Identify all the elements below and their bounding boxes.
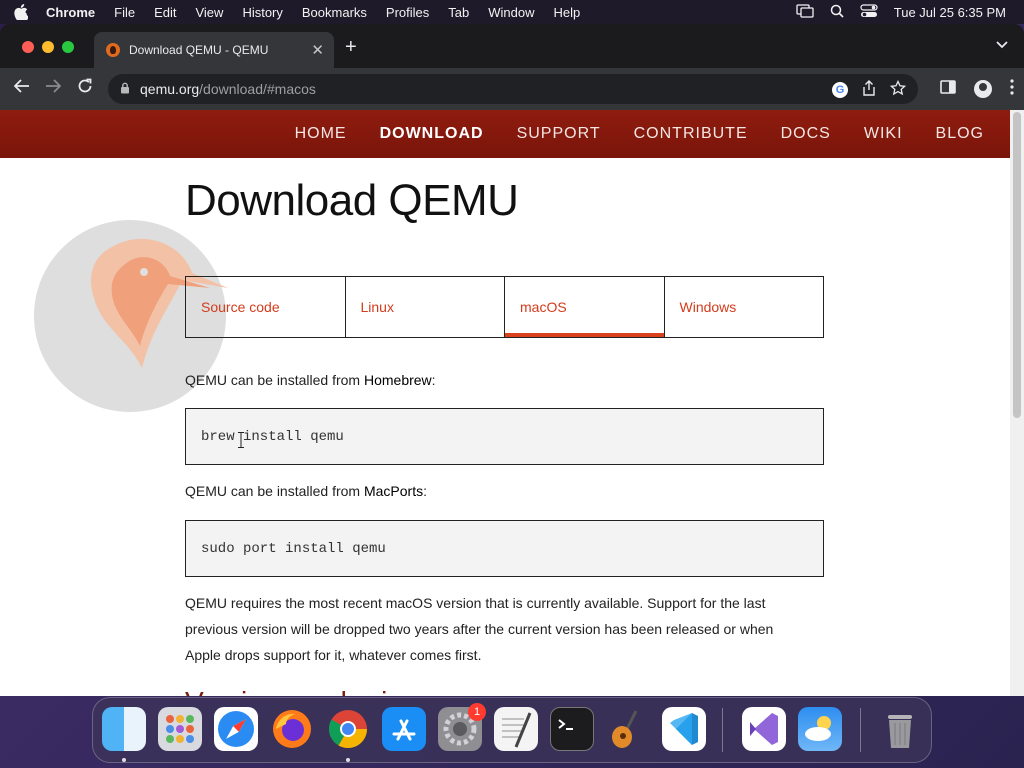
nav-docs[interactable]: DOCS (781, 125, 831, 143)
dock-separator-trash (860, 708, 861, 752)
chrome-icon[interactable] (326, 707, 370, 751)
tab-search-chevron-down-icon[interactable] (996, 38, 1008, 52)
homebrew-command-block[interactable]: brew install qemu (185, 408, 824, 465)
tab-linux[interactable]: Linux (346, 277, 505, 337)
system-settings-gear-icon[interactable]: 1 (438, 703, 486, 751)
dock-separator (722, 708, 723, 752)
control-center-icon[interactable] (860, 3, 878, 21)
macos-support-policy: QEMU requires the most recent macOS vers… (185, 595, 774, 663)
menu-bar: Chrome File Edit View History Bookmarks … (0, 0, 1024, 24)
nav-blog[interactable]: BLOG (936, 125, 984, 143)
spotlight-search-icon[interactable] (830, 4, 844, 21)
menu-bookmarks[interactable]: Bookmarks (302, 5, 367, 20)
back-arrow-icon[interactable] (13, 78, 30, 99)
reload-icon[interactable] (77, 78, 93, 99)
close-tab-icon[interactable]: ✕ (311, 41, 324, 59)
url-host: qemu.org (140, 81, 200, 97)
menu-profiles[interactable]: Profiles (386, 5, 429, 20)
nav-support[interactable]: SUPPORT (517, 125, 601, 143)
tab-source-code[interactable]: Source code (186, 277, 346, 337)
homebrew-intro-text: QEMU can be installed from (185, 372, 364, 388)
homebrew-intro-colon: : (431, 372, 436, 388)
firefox-icon[interactable] (270, 707, 314, 751)
menubar-clock[interactable]: Tue Jul 25 6:35 PM (894, 5, 1006, 20)
launchpad-icon[interactable] (158, 707, 202, 751)
trash-icon[interactable] (878, 707, 922, 751)
nav-home[interactable]: HOME (295, 125, 347, 143)
garageband-guitar-icon[interactable] (606, 707, 650, 751)
omnibox-actions: G (832, 79, 907, 99)
macports-command[interactable]: sudo port install qemu (201, 541, 386, 557)
weather-cloud-icon[interactable] (798, 707, 842, 751)
scrollbar-thumb[interactable] (1013, 112, 1021, 418)
os-tab-group: Source code Linux macOS Windows (185, 276, 824, 338)
address-bar[interactable]: qemu.org/download/#macos G (108, 74, 918, 104)
url-path: /download/#macos (199, 81, 316, 97)
macports-intro: QEMU can be installed from MacPorts: (185, 483, 427, 499)
more-vertical-icon[interactable] (1010, 79, 1014, 99)
bookmark-star-icon[interactable] (889, 79, 907, 99)
menu-help[interactable]: Help (554, 5, 581, 20)
lock-icon[interactable] (120, 82, 130, 97)
finder-running-dot (122, 758, 126, 762)
textedit-icon[interactable] (494, 707, 538, 751)
side-panel-icon[interactable] (940, 80, 956, 98)
page-scrollbar[interactable] (1010, 110, 1024, 696)
menu-tab[interactable]: Tab (448, 5, 469, 20)
tab-strip: Download QEMU - QEMU ✕ + (0, 24, 1024, 68)
chrome-running-dot (346, 758, 350, 762)
browser-window: Download QEMU - QEMU ✕ + qemu.org/downlo… (0, 24, 1024, 696)
text-cursor-icon (238, 432, 244, 448)
tab-macos[interactable]: macOS (505, 277, 665, 337)
finder-icon[interactable] (102, 707, 146, 751)
zoom-window-button[interactable] (62, 41, 74, 53)
browser-tab-active[interactable]: Download QEMU - QEMU ✕ (94, 32, 334, 68)
new-tab-plus-icon[interactable]: + (345, 36, 357, 59)
site-navigation: HOME DOWNLOAD SUPPORT CONTRIBUTE DOCS WI… (0, 110, 1010, 158)
macports-intro-colon: : (423, 483, 427, 499)
toolbar-right-actions (940, 79, 1014, 99)
vscode-icon[interactable] (662, 707, 706, 751)
section-title-version-numbering: Version numbering (185, 686, 418, 696)
page-title: Download QEMU (185, 176, 519, 225)
settings-notification-badge: 1 (468, 703, 486, 721)
qemu-favicon-icon (106, 43, 120, 57)
homebrew-link[interactable]: Homebrew (364, 372, 432, 388)
nav-wiki[interactable]: WIKI (864, 125, 903, 143)
app-store-icon[interactable] (382, 707, 426, 751)
visual-studio-icon[interactable] (742, 707, 786, 751)
safari-compass-icon[interactable] (214, 707, 258, 751)
menu-view[interactable]: View (195, 5, 223, 20)
profile-avatar-icon[interactable] (974, 80, 992, 98)
google-lens-icon[interactable]: G (832, 81, 848, 98)
homebrew-command[interactable]: brew install qemu (201, 429, 344, 445)
dock: 1 (92, 697, 932, 763)
terminal-icon[interactable] (550, 707, 594, 751)
menu-window[interactable]: Window (488, 5, 534, 20)
tab-windows[interactable]: Windows (665, 277, 824, 337)
menubar-status-area: Tue Jul 25 6:35 PM (796, 0, 1006, 24)
screen-mirroring-icon[interactable] (796, 3, 814, 21)
minimize-window-button[interactable] (42, 41, 54, 53)
menu-history[interactable]: History (242, 5, 282, 20)
homebrew-intro: QEMU can be installed from Homebrew: (185, 372, 436, 388)
menu-app-name[interactable]: Chrome (46, 5, 95, 20)
page-viewport: HOME DOWNLOAD SUPPORT CONTRIBUTE DOCS WI… (0, 110, 1010, 696)
close-window-button[interactable] (22, 41, 34, 53)
nav-contribute[interactable]: CONTRIBUTE (634, 125, 748, 143)
macports-link[interactable]: MacPorts (364, 483, 423, 499)
macports-intro-text: QEMU can be installed from (185, 483, 364, 499)
tab-title: Download QEMU - QEMU (129, 43, 269, 57)
browser-toolbar: qemu.org/download/#macos G (0, 68, 1024, 110)
menu-file[interactable]: File (114, 5, 135, 20)
macports-command-block[interactable]: sudo port install qemu (185, 520, 824, 577)
forward-arrow-icon[interactable] (45, 78, 62, 99)
menu-edit[interactable]: Edit (154, 5, 176, 20)
share-icon[interactable] (862, 80, 876, 99)
nav-download[interactable]: DOWNLOAD (380, 125, 484, 143)
apple-menu-icon[interactable] (14, 4, 32, 20)
